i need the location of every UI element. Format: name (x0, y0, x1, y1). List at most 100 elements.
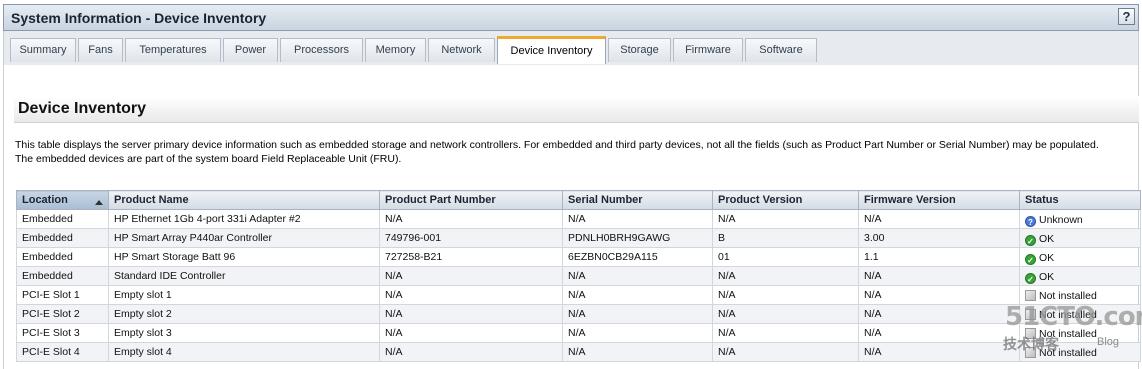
cell-firmware-version: N/A (858, 323, 1020, 343)
cell-firmware-version: 3.00 (858, 228, 1020, 248)
tab-processors[interactable]: Processors (280, 38, 363, 62)
cell-firmware-version: N/A (858, 266, 1020, 286)
cell-part-number: N/A (379, 266, 563, 286)
status-text: Unknown (1039, 213, 1083, 226)
ok-icon: ✓ (1025, 234, 1036, 246)
column-header-product-version[interactable]: Product Version (712, 190, 859, 210)
cell-product-version: N/A (712, 285, 859, 305)
cell-product-name: HP Smart Array P440ar Controller (108, 228, 380, 248)
cell-serial: N/A (562, 266, 713, 286)
cell-location: PCI-E Slot 3 (16, 323, 109, 343)
cell-serial: N/A (562, 209, 713, 229)
tab-strip: Summary Fans Temperatures Power Processo… (3, 31, 1139, 66)
help-button[interactable]: ? (1118, 8, 1135, 25)
cell-status: ✓ OK (1019, 247, 1141, 267)
ok-icon: ✓ (1025, 253, 1036, 265)
cell-status: Not installed (1019, 285, 1141, 305)
cell-product-version: N/A (712, 342, 859, 362)
cell-product-name: HP Smart Storage Batt 96 (108, 247, 380, 267)
cell-firmware-version: N/A (858, 285, 1020, 305)
status-text: OK (1039, 232, 1055, 245)
device-inventory-table: Location Product Name Product Part Numbe… (16, 190, 1141, 362)
cell-status: Not installed (1019, 323, 1141, 343)
cell-part-number: N/A (379, 323, 563, 343)
section-description: This table displays the server primary d… (15, 138, 1135, 166)
cell-product-version: N/A (712, 323, 859, 343)
not-installed-icon (1025, 347, 1036, 358)
cell-location: Embedded (16, 266, 109, 286)
tab-summary[interactable]: Summary (10, 38, 76, 62)
cell-product-name: Standard IDE Controller (108, 266, 380, 286)
column-header-firmware-version[interactable]: Firmware Version (858, 190, 1020, 210)
table-row[interactable]: Embedded Standard IDE Controller N/A N/A… (16, 266, 1141, 286)
tab-firmware[interactable]: Firmware (673, 38, 743, 62)
cell-product-name: Empty slot 1 (108, 285, 380, 305)
status-text: Not installed (1039, 328, 1097, 340)
cell-status: Not installed (1019, 342, 1141, 362)
table-header-row: Location Product Name Product Part Numbe… (16, 190, 1141, 210)
table-row[interactable]: Embedded HP Ethernet 1Gb 4-port 331i Ada… (16, 209, 1141, 229)
cell-part-number: 749796-001 (379, 228, 563, 248)
cell-status: ✓ OK (1019, 266, 1141, 286)
cell-status: ? Unknown (1019, 209, 1141, 229)
cell-product-version: B (712, 228, 859, 248)
cell-location: Embedded (16, 209, 109, 229)
cell-location: PCI-E Slot 1 (16, 285, 109, 305)
status-text: Not installed (1039, 290, 1097, 302)
tab-temperatures[interactable]: Temperatures (125, 38, 221, 62)
cell-status: ✓ OK (1019, 228, 1141, 248)
cell-location: Embedded (16, 228, 109, 248)
cell-part-number: N/A (379, 342, 563, 362)
not-installed-icon (1025, 309, 1036, 320)
cell-location: PCI-E Slot 4 (16, 342, 109, 362)
cell-firmware-version: N/A (858, 342, 1020, 362)
status-text: Not installed (1039, 309, 1097, 321)
cell-location: PCI-E Slot 2 (16, 304, 109, 324)
unknown-icon: ? (1025, 215, 1036, 227)
cell-firmware-version: N/A (858, 304, 1020, 324)
cell-part-number: N/A (379, 285, 563, 305)
table-row[interactable]: Embedded HP Smart Storage Batt 96 727258… (16, 247, 1141, 267)
section-heading: Device Inventory (18, 100, 147, 117)
column-header-status[interactable]: Status (1019, 190, 1141, 210)
section-header: Device Inventory (14, 96, 1139, 123)
cell-part-number: N/A (379, 209, 563, 229)
not-installed-icon (1025, 328, 1036, 339)
cell-product-name: HP Ethernet 1Gb 4-port 331i Adapter #2 (108, 209, 380, 229)
tab-fans[interactable]: Fans (78, 38, 123, 62)
column-header-label: Location (22, 194, 68, 206)
window-title: System Information - Device Inventory (11, 10, 267, 26)
table-row[interactable]: Embedded HP Smart Array P440ar Controlle… (16, 228, 1141, 248)
status-text: Not installed (1039, 347, 1097, 359)
tab-storage[interactable]: Storage (608, 38, 671, 62)
cell-product-version: N/A (712, 209, 859, 229)
column-header-product-name[interactable]: Product Name (108, 190, 380, 210)
table-row[interactable]: PCI-E Slot 4 Empty slot 4 N/A N/A N/A N/… (16, 342, 1141, 362)
column-header-location[interactable]: Location (16, 190, 109, 210)
sort-ascending-icon (95, 200, 103, 205)
tab-memory[interactable]: Memory (365, 38, 426, 62)
column-header-serial-number[interactable]: Serial Number (562, 190, 713, 210)
cell-product-name: Empty slot 2 (108, 304, 380, 324)
cell-location: Embedded (16, 247, 109, 267)
cell-firmware-version: N/A (858, 209, 1020, 229)
table-row[interactable]: PCI-E Slot 2 Empty slot 2 N/A N/A N/A N/… (16, 304, 1141, 324)
cell-product-version: N/A (712, 266, 859, 286)
cell-product-version: 01 (712, 247, 859, 267)
tab-power[interactable]: Power (223, 38, 278, 62)
column-header-product-part-number[interactable]: Product Part Number (379, 190, 563, 210)
description-line-2: The embedded devices are part of the sys… (15, 153, 402, 165)
cell-serial: N/A (562, 342, 713, 362)
cell-status: Not installed (1019, 304, 1141, 324)
table-row[interactable]: PCI-E Slot 1 Empty slot 1 N/A N/A N/A N/… (16, 285, 1141, 305)
cell-serial: N/A (562, 323, 713, 343)
cell-product-name: Empty slot 4 (108, 342, 380, 362)
tab-device-inventory[interactable]: Device Inventory (497, 36, 606, 64)
cell-firmware-version: 1.1 (858, 247, 1020, 267)
tab-network[interactable]: Network (428, 38, 495, 62)
cell-part-number: N/A (379, 304, 563, 324)
status-text: OK (1039, 251, 1055, 264)
tab-software[interactable]: Software (745, 38, 817, 62)
table-row[interactable]: PCI-E Slot 3 Empty slot 3 N/A N/A N/A N/… (16, 323, 1141, 343)
cell-serial: N/A (562, 304, 713, 324)
